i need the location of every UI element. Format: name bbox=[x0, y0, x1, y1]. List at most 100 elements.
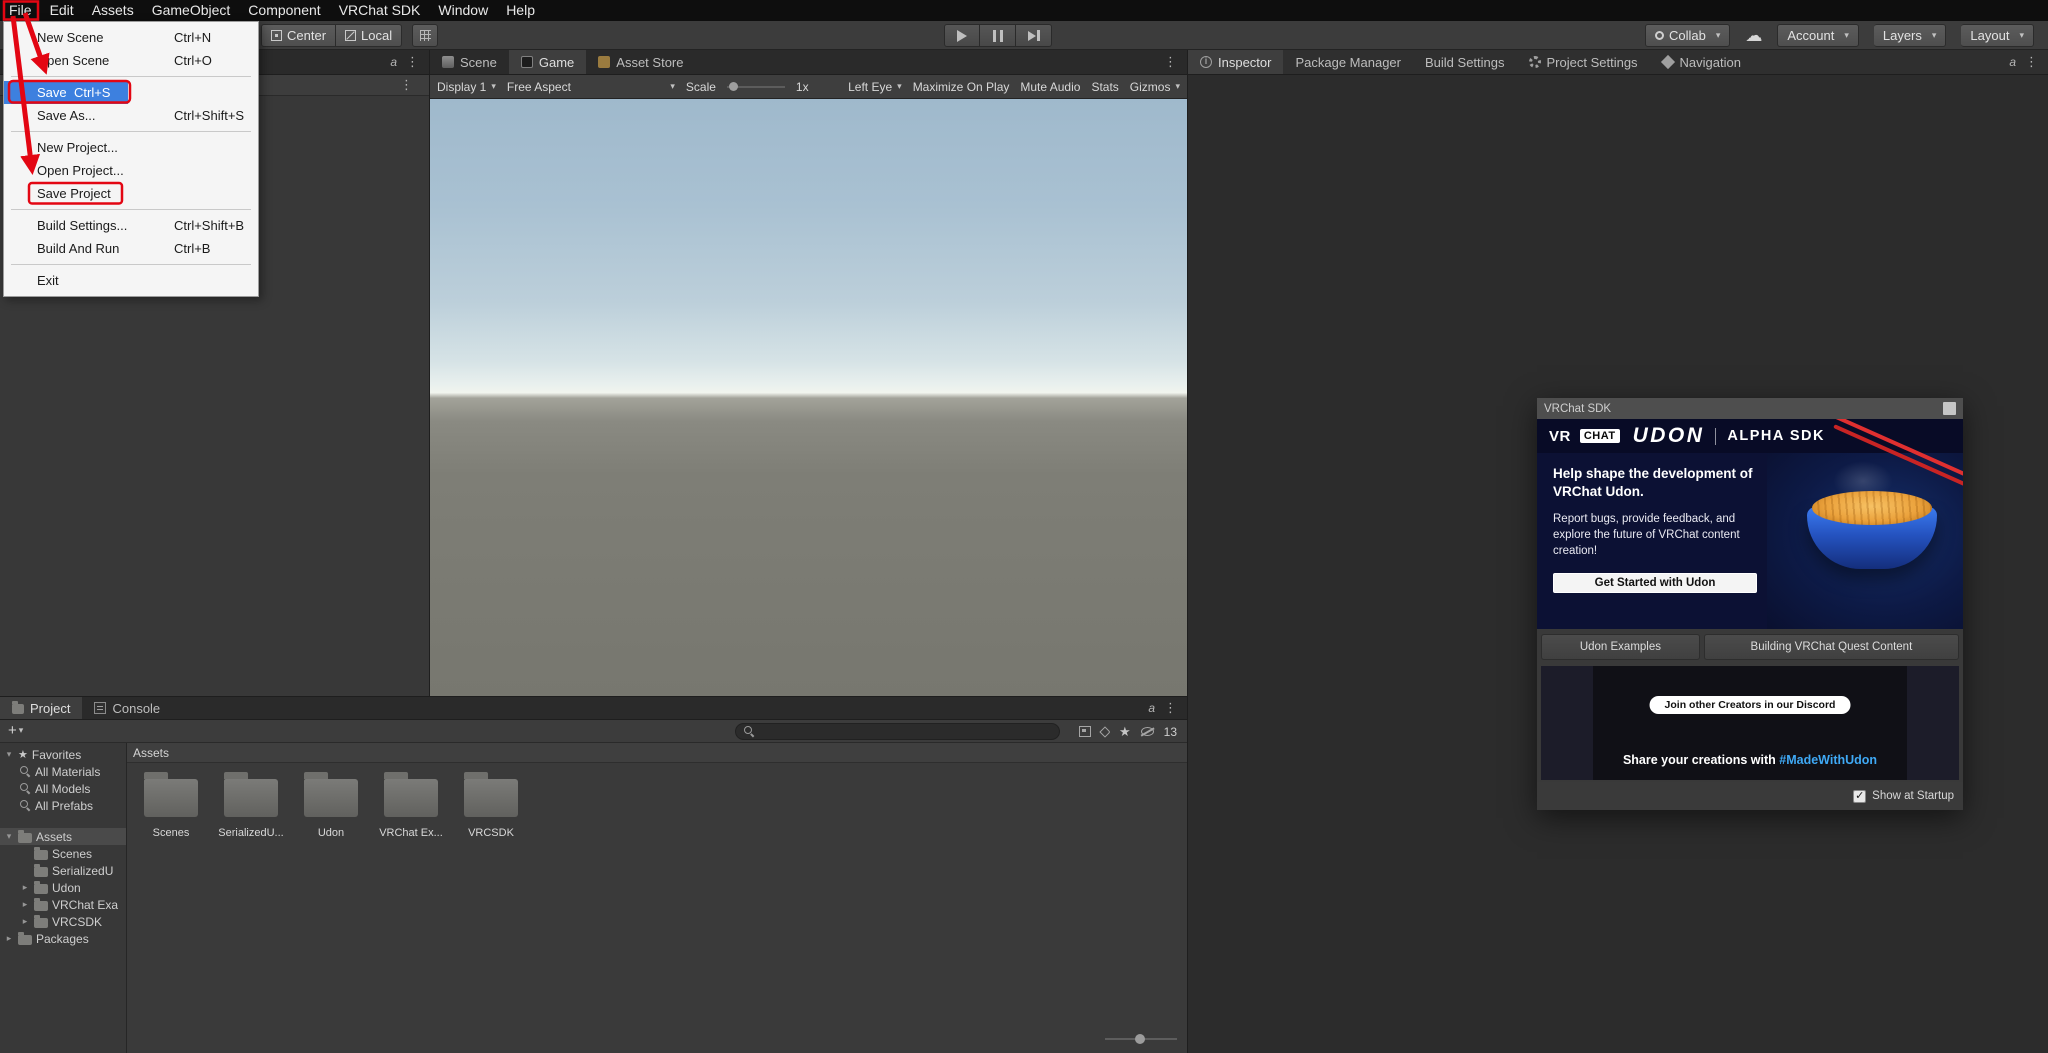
tab-package-manager[interactable]: Package Manager bbox=[1283, 50, 1413, 74]
eye-dropdown[interactable]: Left Eye ▾ bbox=[848, 80, 902, 94]
menu-item-open-project[interactable]: Open Project... bbox=[4, 159, 258, 182]
menu-help[interactable]: Help bbox=[497, 0, 544, 21]
menu-window[interactable]: Window bbox=[429, 0, 497, 21]
tab-scene[interactable]: Scene bbox=[430, 50, 509, 74]
foldout-closed-icon[interactable]: ▸ bbox=[4, 933, 14, 944]
foldout-closed-icon[interactable]: ▸ bbox=[20, 916, 30, 927]
menu-gameobject[interactable]: GameObject bbox=[143, 0, 240, 21]
pause-button[interactable] bbox=[980, 24, 1016, 47]
vrchat-window-titlebar[interactable]: VRChat SDK bbox=[1537, 398, 1963, 419]
tab-inspector[interactable]: Inspector bbox=[1188, 50, 1283, 74]
project-search[interactable] bbox=[735, 723, 1060, 740]
mute-audio-toggle[interactable]: Mute Audio bbox=[1020, 80, 1080, 94]
tree-item-udon[interactable]: ▸ Udon bbox=[0, 879, 126, 896]
layout-dropdown[interactable]: Layout ▾ bbox=[1961, 24, 2034, 47]
layers-dropdown[interactable]: Layers ▾ bbox=[1874, 24, 1947, 47]
menu-item-save-as[interactable]: Save As... Ctrl+Shift+S bbox=[4, 104, 258, 127]
foldout-closed-icon[interactable]: ▸ bbox=[20, 899, 30, 910]
step-button[interactable] bbox=[1016, 24, 1052, 47]
foldout-open-icon[interactable]: ▾ bbox=[4, 749, 14, 760]
tree-item-all-models[interactable]: All Models bbox=[0, 780, 126, 797]
foldout-closed-icon[interactable]: ▸ bbox=[20, 882, 30, 893]
hashtag-link[interactable]: #MadeWithUdon bbox=[1779, 753, 1877, 767]
tab-navigation[interactable]: Navigation bbox=[1650, 50, 1753, 74]
tab-asset-store[interactable]: Asset Store bbox=[586, 50, 695, 74]
tree-item-assets[interactable]: ▾ Assets bbox=[0, 828, 126, 845]
menu-item-save-project[interactable]: Save Project bbox=[4, 182, 258, 205]
aspect-dropdown[interactable]: Free Aspect ▾ bbox=[507, 80, 675, 94]
asset-folder-vrcsdk[interactable]: VRCSDK bbox=[451, 773, 531, 839]
close-icon[interactable] bbox=[1943, 402, 1956, 415]
menu-item-save[interactable]: Save Ctrl+S bbox=[4, 81, 258, 104]
asset-folder-udon[interactable]: Udon bbox=[291, 773, 371, 839]
maximize-on-play-toggle[interactable]: Maximize On Play bbox=[913, 80, 1010, 94]
account-dropdown[interactable]: Account ▾ bbox=[1777, 24, 1859, 47]
tree-label: All Materials bbox=[35, 765, 100, 779]
create-asset-button[interactable]: + ▾ bbox=[8, 722, 23, 739]
asset-folder-vrchat-examples[interactable]: VRChat Ex... bbox=[371, 773, 451, 839]
open-asset-icon[interactable] bbox=[1079, 726, 1091, 737]
tree-item-favorites[interactable]: ▾ ★ Favorites bbox=[0, 746, 126, 763]
menu-file[interactable]: File bbox=[0, 0, 41, 21]
menu-component[interactable]: Component bbox=[239, 0, 329, 21]
asset-store-icon bbox=[598, 56, 610, 68]
menu-edit[interactable]: Edit bbox=[41, 0, 83, 21]
menu-item-open-scene[interactable]: Open Scene Ctrl+O bbox=[4, 49, 258, 72]
game-viewport[interactable] bbox=[430, 99, 1187, 696]
lock-icon[interactable]: a bbox=[390, 55, 397, 69]
panel-menu-icon[interactable]: ⋮ bbox=[406, 54, 419, 70]
menu-vrchat-sdk[interactable]: VRChat SDK bbox=[330, 0, 430, 21]
menu-item-exit[interactable]: Exit bbox=[4, 269, 258, 292]
menu-item-new-project[interactable]: New Project... bbox=[4, 136, 258, 159]
cloud-services-icon[interactable]: ☁ bbox=[1745, 24, 1762, 47]
panel-menu-icon[interactable]: ⋮ bbox=[1164, 54, 1177, 70]
asset-folder-serializedudon[interactable]: SerializedU... bbox=[211, 773, 291, 839]
hidden-items-icon[interactable] bbox=[1141, 727, 1154, 736]
tree-item-all-prefabs[interactable]: All Prefabs bbox=[0, 797, 126, 814]
show-at-startup-checkbox[interactable]: ✓ bbox=[1853, 790, 1866, 803]
tab-project-settings[interactable]: Project Settings bbox=[1517, 50, 1650, 74]
stats-toggle[interactable]: Stats bbox=[1091, 80, 1118, 94]
menu-item-new-scene[interactable]: New Scene Ctrl+N bbox=[4, 26, 258, 49]
display-dropdown[interactable]: Display 1 ▾ bbox=[437, 80, 496, 94]
tree-item-scenes[interactable]: Scenes bbox=[0, 845, 126, 862]
tab-project[interactable]: Project bbox=[0, 697, 82, 719]
foldout-open-icon[interactable]: ▾ bbox=[4, 831, 14, 842]
tree-item-packages[interactable]: ▸ Packages bbox=[0, 930, 126, 947]
pivot-center-button[interactable]: Center bbox=[261, 24, 336, 47]
snap-settings-button[interactable] bbox=[412, 24, 438, 47]
tab-build-settings[interactable]: Build Settings bbox=[1413, 50, 1517, 74]
gizmos-dropdown[interactable]: Gizmos ▾ bbox=[1130, 80, 1180, 94]
slider-knob[interactable] bbox=[729, 82, 738, 91]
play-button[interactable] bbox=[944, 24, 980, 47]
tab-console[interactable]: Console bbox=[82, 697, 172, 719]
pivot-center-label: Center bbox=[287, 28, 326, 43]
handle-local-button[interactable]: Local bbox=[336, 24, 402, 47]
tree-item-vrchat-examples[interactable]: ▸ VRChat Exa bbox=[0, 896, 126, 913]
discord-button[interactable]: Join other Creators in our Discord bbox=[1650, 696, 1851, 714]
thumbnail-size-slider[interactable] bbox=[1105, 1034, 1177, 1044]
udon-examples-button[interactable]: Udon Examples bbox=[1541, 634, 1700, 660]
panel-menu-icon[interactable]: ⋮ bbox=[2025, 54, 2038, 70]
label-icon[interactable] bbox=[1099, 726, 1110, 737]
alpha-sdk-label: ALPHA SDK bbox=[1727, 428, 1825, 444]
collab-dropdown[interactable]: Collab ▾ bbox=[1645, 24, 1730, 47]
tree-item-all-materials[interactable]: All Materials bbox=[0, 763, 126, 780]
search-input[interactable] bbox=[761, 725, 1051, 739]
tree-item-vrcsdk[interactable]: ▸ VRCSDK bbox=[0, 913, 126, 930]
quest-content-button[interactable]: Building VRChat Quest Content bbox=[1704, 634, 1959, 660]
lock-icon[interactable]: a bbox=[2009, 55, 2016, 69]
panel-menu-icon[interactable]: ⋮ bbox=[400, 77, 413, 93]
asset-folder-scenes[interactable]: Scenes bbox=[131, 773, 211, 839]
menu-item-build-settings[interactable]: Build Settings... Ctrl+Shift+B bbox=[4, 214, 258, 237]
tree-item-serializedudon[interactable]: SerializedU bbox=[0, 862, 126, 879]
favorite-icon[interactable]: ★ bbox=[1119, 725, 1131, 738]
menu-item-build-and-run[interactable]: Build And Run Ctrl+B bbox=[4, 237, 258, 260]
tab-game[interactable]: Game bbox=[509, 50, 586, 74]
panel-menu-icon[interactable]: ⋮ bbox=[1164, 700, 1177, 716]
scale-slider[interactable] bbox=[727, 81, 785, 93]
lock-icon[interactable]: a bbox=[1148, 701, 1155, 715]
slider-knob[interactable] bbox=[1135, 1034, 1145, 1044]
get-started-button[interactable]: Get Started with Udon bbox=[1553, 573, 1757, 593]
menu-assets[interactable]: Assets bbox=[83, 0, 143, 21]
